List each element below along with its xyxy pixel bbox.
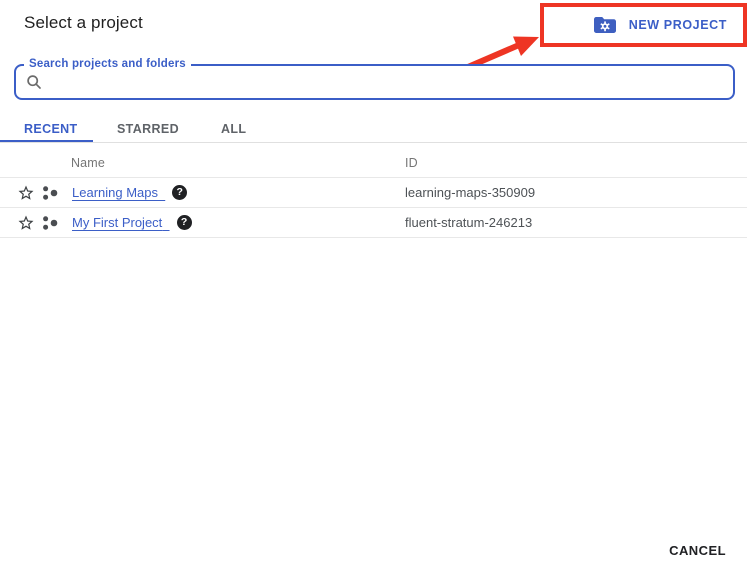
tab-starred[interactable]: STARRED <box>117 122 179 136</box>
page-title: Select a project <box>24 13 143 33</box>
select-project-dialog: Select a project NEW PROJECT Search proj… <box>0 0 747 582</box>
column-header-id: ID <box>405 156 418 170</box>
project-id: learning-maps-350909 <box>405 185 535 200</box>
search-input[interactable] <box>48 67 722 98</box>
project-id: fluent-stratum-246213 <box>405 215 532 230</box>
search-icon <box>26 74 42 90</box>
project-dots-icon <box>41 214 59 232</box>
new-project-label: NEW PROJECT <box>629 18 727 32</box>
project-link[interactable]: Learning Maps <box>72 185 165 200</box>
row-divider <box>0 237 747 238</box>
table-row[interactable]: Learning Maps ? learning-maps-350909 <box>0 178 747 207</box>
cancel-button[interactable]: CANCEL <box>669 543 726 558</box>
new-project-button[interactable]: NEW PROJECT <box>594 16 743 34</box>
star-outline-icon <box>17 214 35 232</box>
star-outline-icon <box>17 184 35 202</box>
project-dots-icon <box>41 184 59 202</box>
tab-recent[interactable]: RECENT <box>24 122 78 136</box>
new-project-folder-gear-icon <box>594 16 616 34</box>
table-row[interactable]: My First Project ? fluent-stratum-246213 <box>0 208 747 237</box>
column-header-name: Name <box>71 156 105 170</box>
project-link[interactable]: My First Project <box>72 215 170 230</box>
tabs-divider <box>0 142 747 143</box>
help-icon[interactable]: ? <box>172 185 187 200</box>
tab-all[interactable]: ALL <box>221 122 246 136</box>
annotation-highlight-box: NEW PROJECT <box>540 3 747 47</box>
help-icon[interactable]: ? <box>177 215 192 230</box>
star-toggle-button[interactable] <box>17 214 35 232</box>
star-toggle-button[interactable] <box>17 184 35 202</box>
search-field: Search projects and folders <box>14 64 735 100</box>
